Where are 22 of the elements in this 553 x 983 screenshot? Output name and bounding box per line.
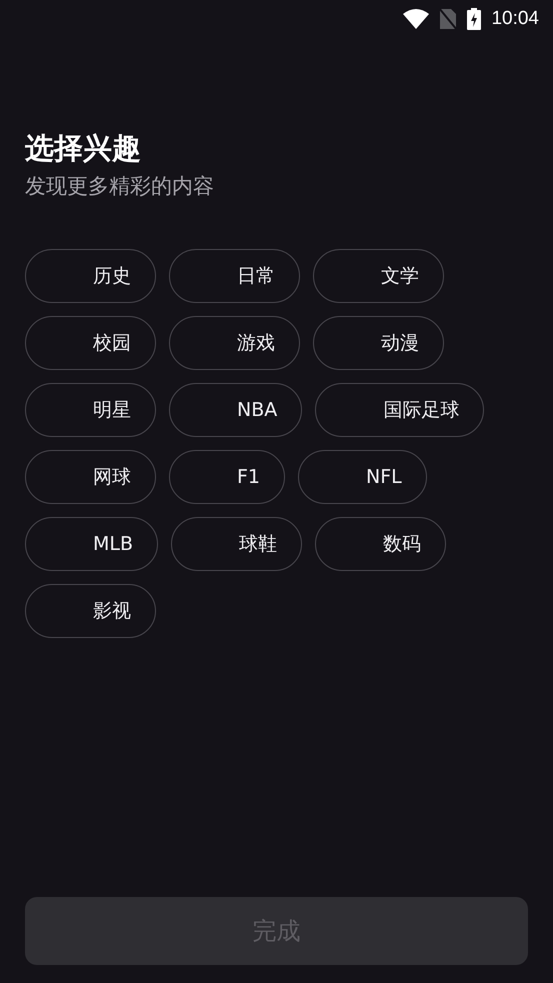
interest-chip[interactable]: 网球 (25, 450, 156, 504)
interest-chip[interactable]: MLB (25, 517, 158, 571)
interest-chip[interactable]: 日常 (169, 249, 300, 303)
interest-chip[interactable]: 数码 (315, 517, 446, 571)
interest-chip[interactable]: 球鞋 (171, 517, 302, 571)
wifi-icon (403, 9, 430, 29)
interest-chip[interactable]: 历史 (25, 249, 156, 303)
interest-chip[interactable]: 影视 (25, 584, 156, 638)
page-title: 选择兴趣 (25, 130, 142, 166)
interest-chip[interactable]: 文学 (313, 249, 444, 303)
interest-chip[interactable]: 国际足球 (315, 383, 484, 437)
interest-chip[interactable]: 明星 (25, 383, 156, 437)
page-subtitle: 发现更多精彩的内容 (25, 173, 215, 200)
interest-chip[interactable]: NBA (169, 383, 302, 437)
no-sim-icon (439, 8, 458, 30)
interest-chip[interactable]: NFL (298, 450, 427, 504)
interest-chip[interactable]: F1 (169, 450, 286, 504)
interest-chip[interactable]: 校园 (25, 316, 156, 370)
status-time: 10:04 (491, 8, 539, 30)
battery-charging-icon (467, 8, 482, 30)
interest-chip[interactable]: 动漫 (313, 316, 444, 370)
interest-chip[interactable]: 游戏 (169, 316, 300, 370)
